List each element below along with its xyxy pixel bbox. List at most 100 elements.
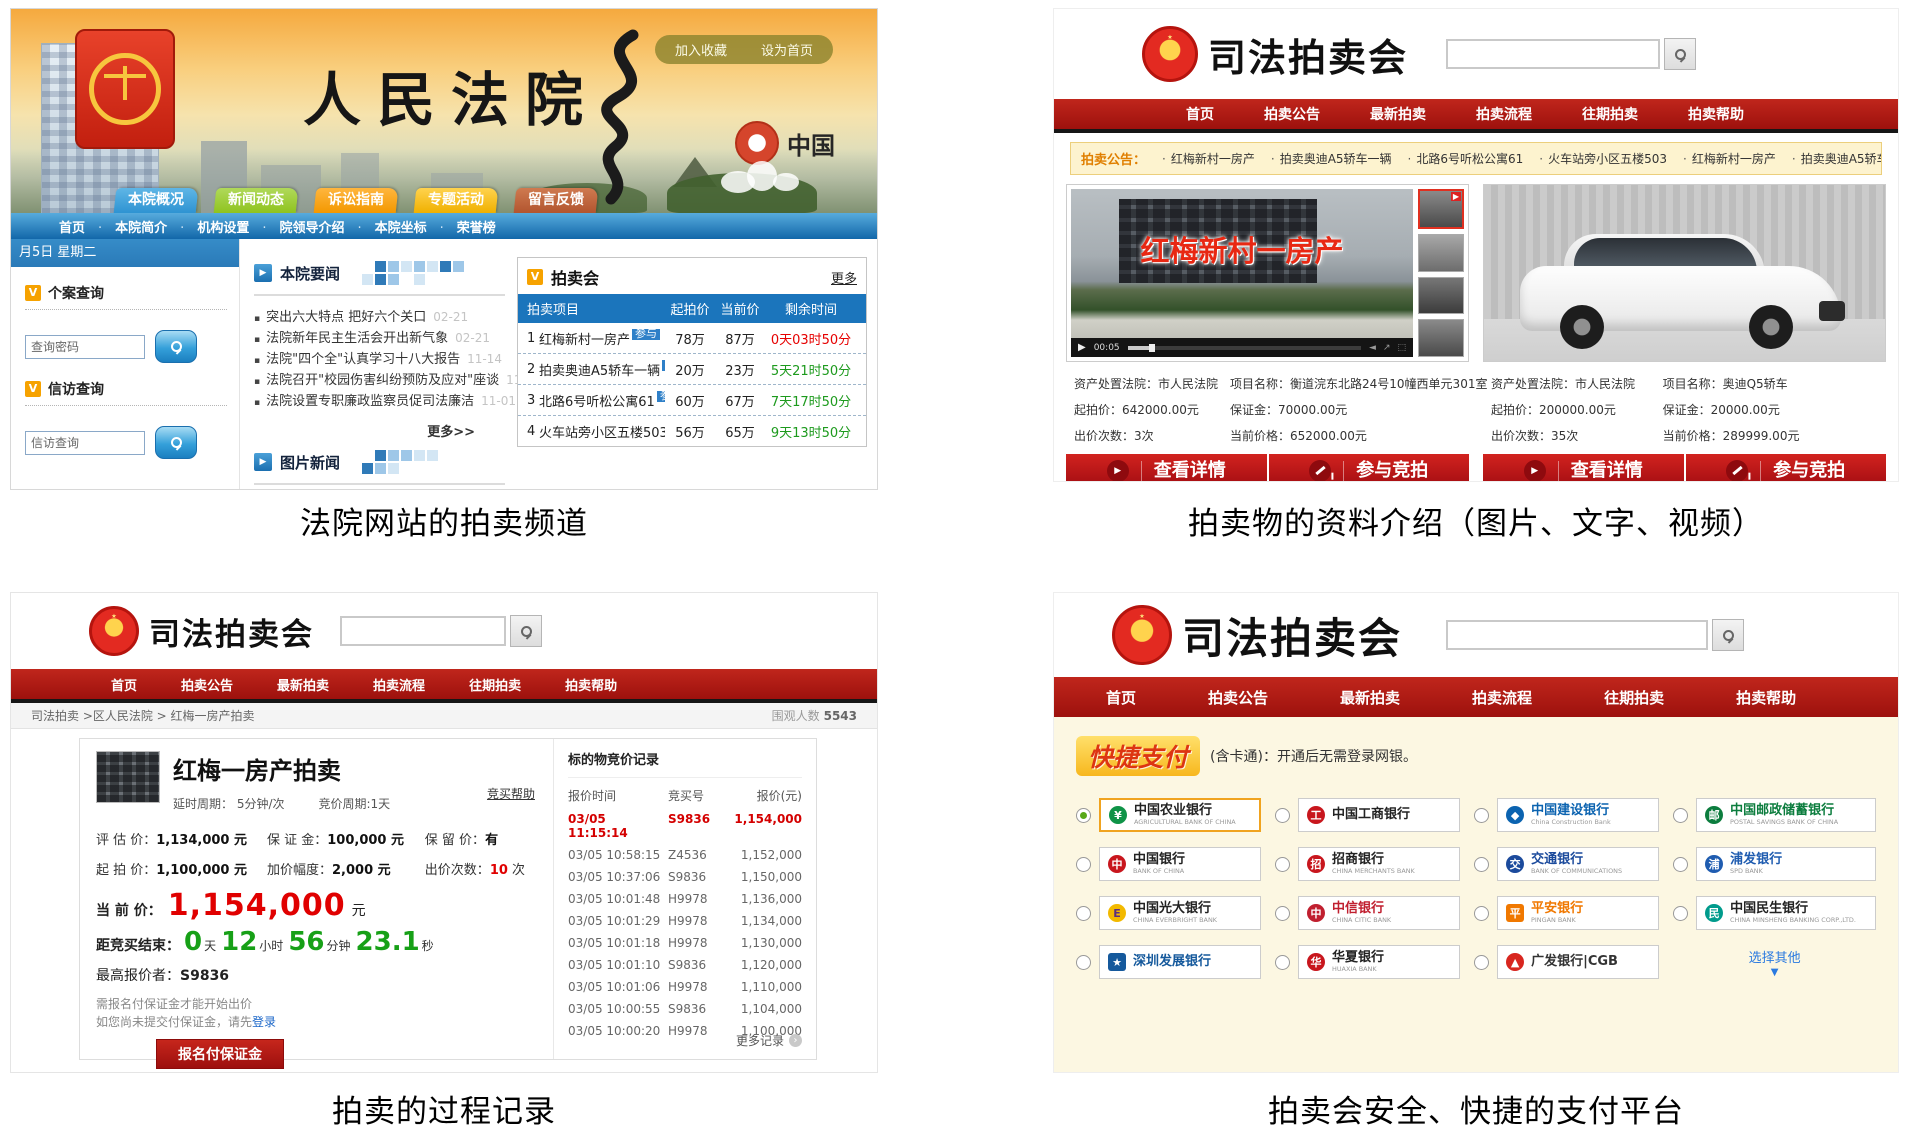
news-item[interactable]: 法院新年民主生活会开出新气象02-21 <box>254 329 505 350</box>
notice-item[interactable]: 拍卖奥迪A5轿车一辆 <box>1271 150 1392 167</box>
bank-card[interactable]: 浦 浦发银行SPD BANK <box>1696 847 1876 881</box>
tab-news[interactable]: 新闻动态 <box>214 188 299 213</box>
share-icon[interactable]: ↗ <box>1383 343 1391 353</box>
bank-radio[interactable] <box>1673 857 1688 872</box>
bank-card[interactable]: ▲ 广发银行|CGB <box>1497 945 1659 979</box>
property-thumbnail[interactable] <box>96 751 160 803</box>
news-item[interactable]: 法院"四个全"认真学习十八大报告11-14 <box>254 350 505 371</box>
choose-other-link[interactable]: 选择其他 <box>1749 947 1801 966</box>
tab-litigation-guide[interactable]: 诉讼指南 <box>314 188 399 213</box>
bank-card[interactable]: 中 中国银行BANK OF CHINA <box>1099 847 1261 881</box>
video-player[interactable]: 红梅新村一房产 00:05 ◄ ↗ ⬚ <box>1071 189 1413 357</box>
news-item[interactable]: 突出六大特点 把好六个关口02-21 <box>254 308 505 329</box>
bank-radio[interactable] <box>1076 955 1091 970</box>
bank-card[interactable]: ◆ 中国建设银行China Construction Bank <box>1497 798 1659 832</box>
nav-auction-notice[interactable]: 拍卖公告 <box>1264 104 1320 124</box>
login-link[interactable]: 登录 <box>252 1015 276 1029</box>
bank-radio[interactable] <box>1474 808 1489 823</box>
nav-court-intro[interactable]: 本院简介 <box>85 217 167 236</box>
chevron-down-icon[interactable] <box>1771 967 1779 978</box>
join-badge[interactable]: 参与 <box>657 391 665 402</box>
nav-past-auction[interactable]: 往期拍卖 <box>1604 687 1664 708</box>
nav-auction-process[interactable]: 拍卖流程 <box>1476 104 1532 124</box>
bank-card[interactable]: ★ 深圳发展银行 <box>1099 945 1261 979</box>
join-bid-button[interactable]: 参与竞拍 <box>1686 454 1887 482</box>
play-icon[interactable] <box>1078 342 1086 353</box>
auction-item-link[interactable]: 火车站旁小区五楼503参与 <box>539 422 665 441</box>
pay-deposit-button[interactable]: 报名付保证金 <box>156 1039 284 1069</box>
nav-latest-auction[interactable]: 最新拍卖 <box>1370 104 1426 124</box>
bank-card[interactable]: 民 中国民生银行CHINA MINSHENG BANKING CORP.,LTD… <box>1696 896 1876 930</box>
nav-honor-roll[interactable]: 荣誉榜 <box>427 217 496 236</box>
nav-latest-auction[interactable]: 最新拍卖 <box>277 675 329 694</box>
bank-radio[interactable] <box>1673 808 1688 823</box>
nav-home[interactable]: 首页 <box>59 217 85 236</box>
add-favorite-link[interactable]: 加入收藏 <box>675 40 727 59</box>
bank-card[interactable]: 招 招商银行CHINA MERCHANTS BANK <box>1298 847 1460 881</box>
nav-auction-help[interactable]: 拍卖帮助 <box>1736 687 1796 708</box>
bank-radio[interactable] <box>1275 906 1290 921</box>
join-badge[interactable]: 参与 <box>632 329 660 340</box>
bank-radio[interactable] <box>1474 906 1489 921</box>
nav-home[interactable]: 首页 <box>1186 104 1214 124</box>
nav-leaders[interactable]: 院领导介绍 <box>249 217 344 236</box>
auction-item-link[interactable]: 北路6号听松公寓61参与 <box>539 391 665 410</box>
notice-item[interactable]: 红梅新村一房产 <box>1162 150 1255 167</box>
nav-org-setup[interactable]: 机构设置 <box>167 217 249 236</box>
nav-location[interactable]: 本院坐标 <box>344 217 426 236</box>
search-input[interactable] <box>1446 620 1708 650</box>
notice-item[interactable]: 拍卖奥迪A5轿车一辆 <box>1792 150 1882 167</box>
bank-radio[interactable] <box>1673 906 1688 921</box>
bank-radio[interactable] <box>1474 955 1489 970</box>
nav-past-auction[interactable]: 往期拍卖 <box>469 675 521 694</box>
tab-feedback[interactable]: 留言反馈 <box>514 188 599 213</box>
notice-item[interactable]: 红梅新村一房产 <box>1683 150 1776 167</box>
bank-card[interactable]: 工 中国工商银行 <box>1298 798 1460 832</box>
search-input[interactable] <box>340 616 506 646</box>
join-badge[interactable]: 参与 <box>662 360 665 371</box>
case-query-input[interactable] <box>25 335 145 359</box>
petition-query-input[interactable] <box>25 431 145 455</box>
photo-thumbnail[interactable] <box>1418 319 1464 357</box>
bank-radio[interactable] <box>1275 808 1290 823</box>
fullscreen-icon[interactable]: ⬚ <box>1397 343 1406 353</box>
notice-item[interactable]: 火车站旁小区五楼503 <box>1539 150 1667 167</box>
bank-card[interactable]: 华 华夏银行HUAXIA BANK <box>1298 945 1460 979</box>
set-homepage-link[interactable]: 设为首页 <box>761 40 813 59</box>
bank-radio[interactable] <box>1474 857 1489 872</box>
search-button[interactable] <box>1712 619 1744 651</box>
join-bid-button[interactable]: 参与竞拍 <box>1269 454 1470 482</box>
bank-radio[interactable] <box>1076 906 1091 921</box>
nav-home[interactable]: 首页 <box>111 675 137 694</box>
nav-home[interactable]: 首页 <box>1106 687 1136 708</box>
view-detail-button[interactable]: 查看详情 <box>1066 454 1267 482</box>
notice-item[interactable]: 北路6号听松公寓61 <box>1408 150 1524 167</box>
search-button[interactable] <box>1664 38 1696 70</box>
bank-radio[interactable] <box>1076 857 1091 872</box>
nav-past-auction[interactable]: 往期拍卖 <box>1582 104 1638 124</box>
volume-icon[interactable]: ◄ <box>1369 343 1376 353</box>
bank-card[interactable]: 邮 中国邮政储蓄银行POSTAL SAVINGS BANK OF CHINA <box>1696 798 1876 832</box>
bank-radio[interactable] <box>1275 857 1290 872</box>
photo-thumbnail[interactable] <box>1418 277 1464 315</box>
bank-radio[interactable] <box>1275 955 1290 970</box>
video-thumbnail[interactable] <box>1418 189 1464 229</box>
search-input[interactable] <box>1446 39 1660 69</box>
view-detail-button[interactable]: 查看详情 <box>1483 454 1684 482</box>
news-more-link[interactable]: 更多>> <box>254 421 475 440</box>
tab-overview[interactable]: 本院概况 <box>114 188 199 213</box>
news-item[interactable]: 法院召开"校园伤害纠纷预防及应对"座谈11-01 <box>254 371 505 392</box>
nav-auction-help[interactable]: 拍卖帮助 <box>565 675 617 694</box>
nav-auction-notice[interactable]: 拍卖公告 <box>1208 687 1268 708</box>
nav-auction-process[interactable]: 拍卖流程 <box>373 675 425 694</box>
photo-thumbnail[interactable] <box>1418 234 1464 272</box>
nav-auction-notice[interactable]: 拍卖公告 <box>181 675 233 694</box>
search-button[interactable] <box>510 615 542 647</box>
video-progress-bar[interactable] <box>1128 346 1361 350</box>
bank-card[interactable]: E 中国光大银行CHINA EVERBRIGHT BANK <box>1099 896 1261 930</box>
bid-help-link[interactable]: 竞买帮助 <box>487 785 535 802</box>
case-search-button[interactable] <box>155 330 197 363</box>
bank-card[interactable]: 平 平安银行PINGAN BANK <box>1497 896 1659 930</box>
auction-item-link[interactable]: 红梅新村一房产参与 <box>539 329 665 348</box>
bank-card[interactable]: 交 交通银行BANK OF COMMUNICATIONS <box>1497 847 1659 881</box>
